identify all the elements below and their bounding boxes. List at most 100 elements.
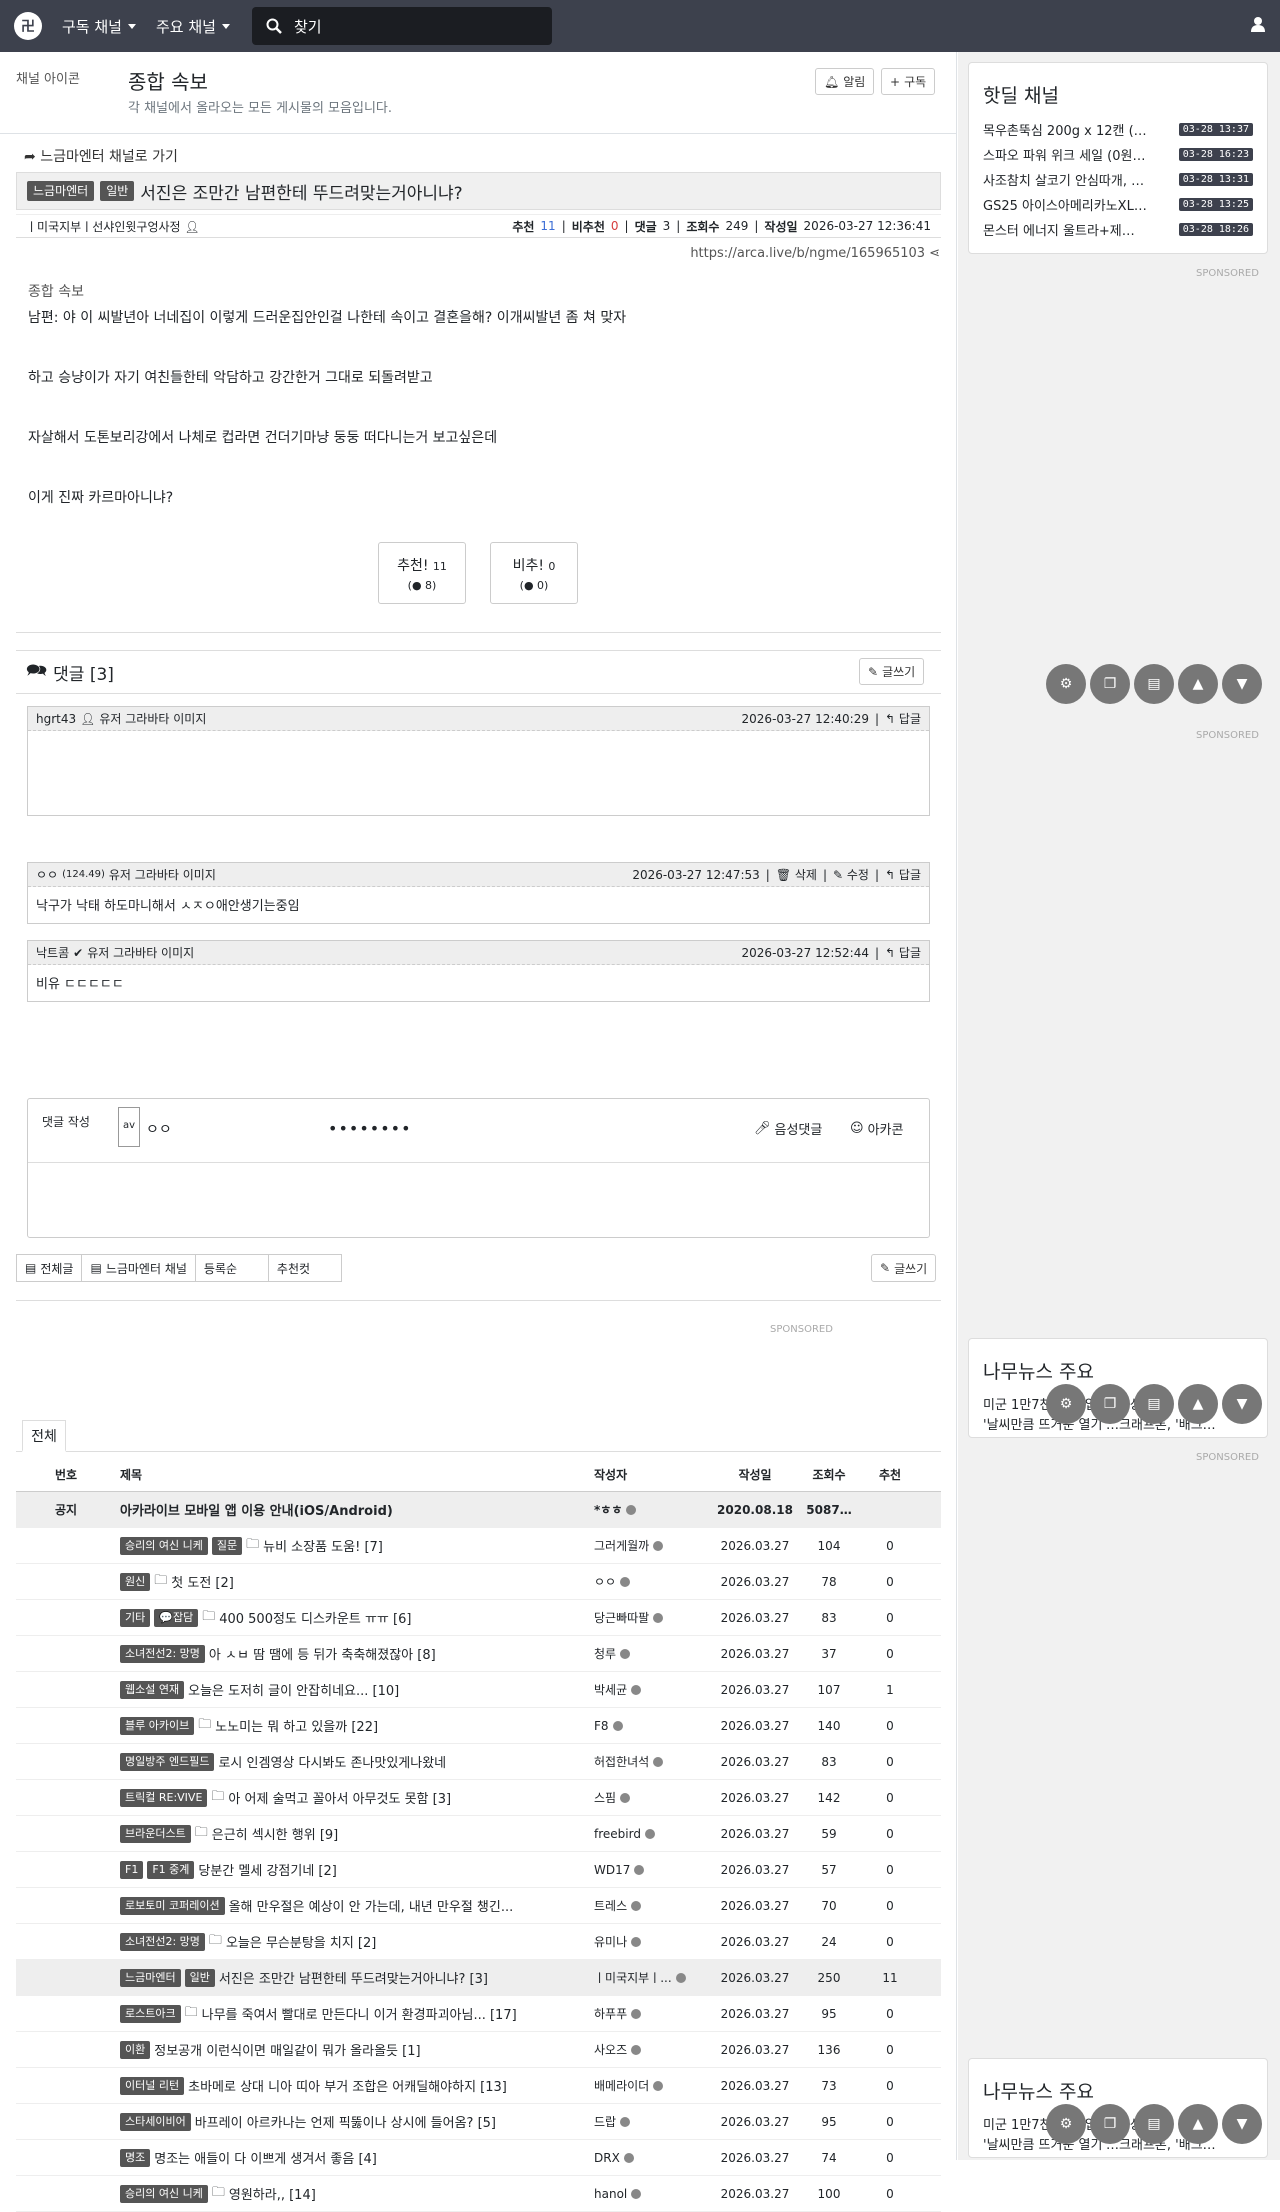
channel-badge[interactable]: 로스트아크 — [120, 2004, 181, 2023]
channel-posts-button[interactable]: ▤ 느금마엔터 채널 — [81, 1254, 196, 1282]
back-to-channel-link[interactable]: ➦ 느금마엔터 채널로 가기 — [24, 146, 178, 166]
reply-button[interactable]: ↰ 답글 — [885, 944, 921, 961]
delete-button[interactable]: 🗑︎ 삭제 — [776, 866, 817, 883]
hotdeal-item[interactable]: GS25 아이스아메리카노XL… 03-28 13:25 — [983, 195, 1253, 214]
edit-button[interactable]: ✎ 수정 — [833, 866, 869, 883]
write-button[interactable]: ✎ 글쓰기 — [871, 1254, 937, 1282]
chevron-down-icon[interactable]: ▼ — [1222, 1384, 1262, 1424]
reply-button[interactable]: ↰ 답글 — [885, 710, 921, 727]
arcacon-button[interactable]: ☺ 아카콘 — [850, 1119, 903, 1138]
copy-icon[interactable]: ❐ — [1090, 1384, 1130, 1424]
sort-registered-select[interactable]: 등록순 — [194, 1254, 269, 1282]
chevron-up-icon[interactable]: ▲ — [1178, 1384, 1218, 1424]
comment-author[interactable]: 낙트콤 — [36, 944, 69, 961]
chevron-up-icon[interactable]: ▲ — [1178, 664, 1218, 704]
write-button[interactable]: ✎ 글쓰기 — [859, 658, 925, 685]
table-row[interactable]: 이환 정보공개 이런식이면 매일같이 뭐가 올라올듯 [1] 사오즈 2026.0… — [16, 2032, 941, 2068]
list-icon[interactable]: ▤ — [1134, 664, 1174, 704]
notice-row[interactable]: 공지 아카라이브 모바일 앱 이용 안내(iOS/Android) *ㅎㅎ 20… — [16, 1492, 941, 1528]
table-row[interactable]: F1 F1 중계 당분간 멜세 강점기네 [2] WD17 2026.03.27 5… — [16, 1852, 941, 1888]
subscribe-button[interactable]: + 구독 — [881, 68, 936, 95]
table-row[interactable]: 명일방주 엔드필드 로시 인겜영상 다시봐도 존나맛있게나왔네 허접한녀석 202… — [16, 1744, 941, 1780]
table-row[interactable]: 브라운더스트 🗀︎ 은근히 섹시한 행위 [9] freebird 2026.03.… — [16, 1816, 941, 1852]
comment-author[interactable]: ㅇㅇ — [36, 866, 58, 883]
nav-main-channels[interactable]: 주요 채널 — [156, 16, 230, 37]
channel-badge[interactable]: 트릭컬 RE:VIVE — [120, 1788, 208, 1807]
channel-badge[interactable]: 로보토미 코퍼레이션 — [120, 1896, 225, 1915]
channel-badge[interactable]: 느금마엔터 — [120, 1968, 181, 1987]
chevron-down-icon[interactable]: ▼ — [1222, 664, 1262, 704]
table-row[interactable]: 스타세이비어 바프레이 아르카나는 언제 픽뚫이나 상시에 들어옴? [5] 드랍… — [16, 2104, 941, 2140]
table-row[interactable]: 웹소설 연재 오늘은 도저히 글이 안잡히네요... [10] 박세균 2026.… — [16, 1672, 941, 1708]
table-row[interactable]: 승리의 여신 니케 질문 🗀︎ 뉴비 소장품 도움! [7] 그러게월까 2026.0… — [16, 1528, 941, 1564]
hotdeal-item[interactable]: 목우촌뚝심 200g x 12캔 (… 03-28 13:37 — [983, 120, 1253, 139]
password-field[interactable]: •••••••• — [328, 1119, 412, 1138]
channel-badge[interactable]: 소녀전선2: 망명 — [120, 1644, 205, 1663]
category-badge[interactable]: F1 중계 — [147, 1860, 195, 1879]
news-title[interactable]: 나무뉴스 주요 — [983, 1357, 1253, 1384]
table-row[interactable]: 소녀전선2: 망명 🗀︎ 오늘은 무슨분탕을 치지 [2] 유미나 2026.03.… — [16, 1924, 941, 1960]
channel-badge[interactable]: 블루 아카이브 — [120, 1716, 195, 1735]
user-icon[interactable] — [1250, 16, 1266, 32]
rec-cut-select[interactable]: 추천컷 — [267, 1254, 342, 1282]
table-row[interactable]: 기타 💬잡담 🗀︎ 400 500정도 디스카운트 ㅠㅠ [6] 당근빠따팔 2026… — [16, 1600, 941, 1636]
category-badge[interactable]: 💬잡담 — [154, 1608, 199, 1627]
table-row[interactable]: 이터널 리턴 초바메로 상대 니아 띠아 부거 조합은 어캐딜해야하지 [13] … — [16, 2068, 941, 2104]
name-field[interactable]: ㅇㅇ — [146, 1119, 172, 1139]
gear-icon[interactable]: ⚙ — [1046, 1384, 1086, 1424]
hotdeal-title[interactable]: 핫딜 채널 — [983, 81, 1253, 108]
chevron-up-icon[interactable]: ▲ — [1178, 2104, 1218, 2144]
channel-badge[interactable]: 승리의 여신 니케 — [120, 2184, 208, 2203]
downvote-button[interactable]: 비추! 0 (● 0) — [490, 542, 578, 604]
channel-badge[interactable]: 이환 — [120, 2040, 151, 2059]
upvote-button[interactable]: 추천! 11 (● 8) — [378, 542, 466, 604]
category-badge[interactable]: 일반 — [184, 1968, 215, 1987]
category-badge[interactable]: 일반 — [100, 181, 135, 201]
table-row[interactable]: 블루 아카이브 🗀︎ 노노미는 뭐 하고 있을까 [22] F8 2026.03.2… — [16, 1708, 941, 1744]
news-title[interactable]: 나무뉴스 주요 — [983, 2077, 1253, 2104]
channel-badge[interactable]: 브라운더스트 — [120, 1824, 191, 1843]
voice-comment-button[interactable]: 🎤︎ 음성댓글 — [754, 1119, 822, 1138]
category-badge[interactable]: 질문 — [211, 1536, 243, 1555]
list-icon[interactable]: ▤ — [1134, 2104, 1174, 2144]
hotdeal-item[interactable]: 사조참치 살코기 안심따개, … 03-28 13:31 — [983, 170, 1253, 189]
table-row[interactable]: 로스트아크 🗀︎ 나무를 죽여서 빨대로 만든다니 이거 환경파괴아님... [17… — [16, 1996, 941, 2032]
channel-badge[interactable]: 이터널 리턴 — [120, 2076, 185, 2095]
channel-badge[interactable]: 명조 — [120, 2148, 151, 2167]
table-row[interactable]: 트릭컬 RE:VIVE 🗀︎ 아 어제 술먹고 꼴아서 아무것도 못함 [3] 스핌… — [16, 1780, 941, 1816]
channel-badge[interactable]: 스타세이비어 — [120, 2112, 191, 2131]
copy-icon[interactable]: ❐ — [1090, 2104, 1130, 2144]
gear-icon[interactable]: ⚙ — [1046, 664, 1086, 704]
comment-author[interactable]: hgrt43 — [36, 712, 76, 726]
tab-all[interactable]: 전체 — [22, 1420, 66, 1452]
search-input[interactable]: 찾기 — [251, 7, 552, 45]
channel-badge[interactable]: 소녀전선2: 망명 — [120, 1932, 205, 1951]
channel-badge[interactable]: 원신 — [120, 1572, 151, 1591]
article-author[interactable]: ㅣ미국지부ㅣ선샤인윗구엉사정 👤︎ — [26, 218, 512, 235]
table-row[interactable]: 소녀전선2: 망명 아 ㅅㅂ 땀 땜에 등 뒤가 축축해졌잖아 [8] 청루 20… — [16, 1636, 941, 1672]
table-row[interactable]: 승리의 여신 니케 🗀︎ 영원하라,, [14] hanol 2026.03.27 … — [16, 2176, 941, 2212]
channel-badge[interactable]: 명일방주 엔드필드 — [120, 1752, 215, 1771]
table-row[interactable]: 로보토미 코퍼레이션 올해 만우절은 예상이 안 가는데, 내년 만우절 챙긴..… — [16, 1888, 941, 1924]
channel-badge[interactable]: 승리의 여신 니케 — [120, 1536, 208, 1555]
channel-badge[interactable]: 웹소설 연재 — [120, 1680, 185, 1699]
list-icon[interactable]: ▤ — [1134, 1384, 1174, 1424]
table-row[interactable]: 명조 명조는 애들이 다 이쁘게 생겨서 좋음 [4] DRX 2026.03.2… — [16, 2140, 941, 2176]
copy-icon[interactable]: ❐ — [1090, 664, 1130, 704]
board-title[interactable]: 종합 속보 — [128, 66, 208, 95]
table-row[interactable]: 원신 🗀︎ 첫 도전 [2] ㅇㅇ 2026.03.27 78 0 — [16, 1564, 941, 1600]
table-row[interactable]: 느금마엔터 일반 서진은 조만간 남편한테 뚜드려맞는거아니냐? [3] ㅣ미국지부… — [16, 1960, 941, 1996]
comment-textarea[interactable] — [28, 1163, 929, 1237]
article-url[interactable]: https://arca.live/b/ngme/165965103 ⋖ — [690, 246, 940, 261]
gear-icon[interactable]: ⚙ — [1046, 2104, 1086, 2144]
channel-badge[interactable]: 느금마엔터 — [27, 181, 95, 201]
nav-subscribed-channels[interactable]: 구독 채널 — [62, 16, 136, 37]
channel-badge[interactable]: 기타 — [120, 1608, 151, 1627]
channel-badge[interactable]: F1 — [120, 1860, 144, 1879]
alarm-button[interactable]: 🔔︎ 알림 — [815, 68, 875, 95]
hotdeal-item[interactable]: 몬스터 에너지 울트라+제… 03-28 18:26 — [983, 220, 1253, 239]
all-posts-button[interactable]: ▤ 전체글 — [16, 1254, 83, 1282]
chevron-down-icon[interactable]: ▼ — [1222, 2104, 1262, 2144]
share-icon[interactable]: ⋖ — [929, 246, 940, 261]
reply-button[interactable]: ↰ 답글 — [885, 866, 921, 883]
